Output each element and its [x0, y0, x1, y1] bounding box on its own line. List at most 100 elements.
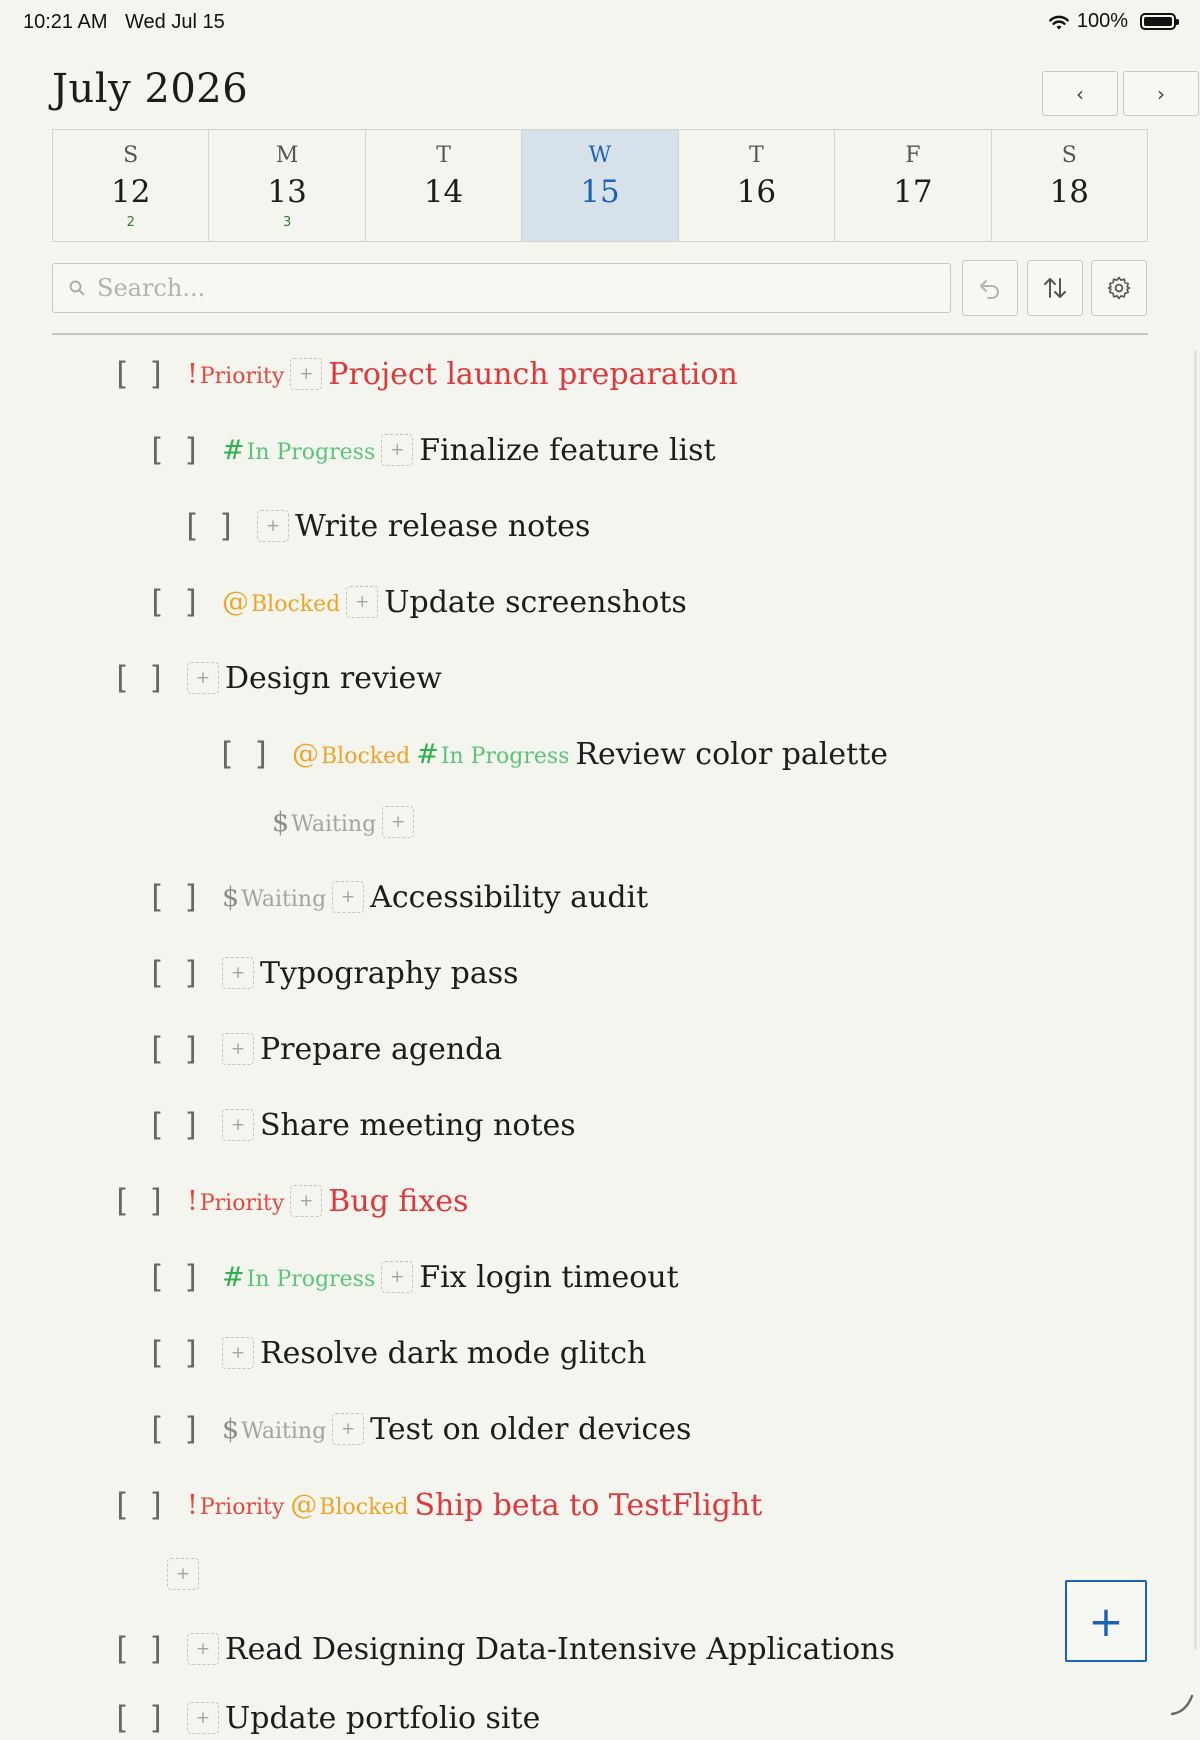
- priority-tag[interactable]: ! Priority: [187, 359, 284, 390]
- add-tag-button[interactable]: +: [222, 1033, 254, 1065]
- task-title[interactable]: Bug fixes: [328, 1184, 468, 1219]
- task-checkbox[interactable]: [ ]: [217, 736, 271, 772]
- sort-button[interactable]: [1027, 260, 1083, 316]
- blocked-tag[interactable]: @ Blocked: [292, 739, 410, 770]
- day-cell-sat[interactable]: S 18: [992, 130, 1147, 241]
- waiting-tag[interactable]: $ Waiting: [222, 882, 326, 913]
- add-tag-button[interactable]: +: [167, 1558, 199, 1590]
- day-number: 16: [736, 174, 777, 210]
- day-cell-fri[interactable]: F 17: [835, 130, 992, 241]
- previous-week-button[interactable]: ‹: [1042, 71, 1118, 116]
- add-tag-button[interactable]: +: [346, 586, 379, 618]
- task-title[interactable]: Accessibility audit: [370, 880, 648, 915]
- add-tag-button[interactable]: +: [381, 434, 414, 466]
- undo-button[interactable]: [962, 260, 1018, 316]
- day-cell-wed-selected[interactable]: W 15: [522, 130, 679, 241]
- task-checkbox[interactable]: [ ]: [182, 508, 236, 544]
- blocked-tag[interactable]: @ Blocked: [290, 1490, 408, 1521]
- add-tag-button[interactable]: +: [222, 1109, 254, 1141]
- task-title[interactable]: Fix login timeout: [419, 1260, 678, 1295]
- task-checkbox[interactable]: [ ]: [147, 1259, 201, 1295]
- day-cell-sun[interactable]: S 12 2: [53, 130, 210, 241]
- add-tag-button[interactable]: +: [290, 358, 323, 390]
- add-tag-button[interactable]: +: [187, 1633, 219, 1665]
- add-tag-button[interactable]: +: [222, 1337, 254, 1369]
- task-checkbox[interactable]: [ ]: [112, 356, 166, 392]
- in-progress-tag[interactable]: # In Progress: [222, 435, 375, 466]
- task-title[interactable]: Write release notes: [295, 509, 590, 544]
- day-cell-mon[interactable]: M 13 3: [209, 130, 366, 241]
- add-tag-button[interactable]: +: [187, 662, 219, 694]
- blocked-symbol: @: [292, 738, 319, 770]
- task-title[interactable]: Prepare agenda: [260, 1032, 502, 1067]
- task-title[interactable]: Review color palette: [575, 737, 888, 772]
- add-tag-button[interactable]: +: [222, 957, 254, 989]
- in-progress-tag[interactable]: # In Progress: [416, 739, 569, 770]
- waiting-symbol: $: [272, 806, 290, 838]
- resize-handle-icon[interactable]: [1168, 1690, 1194, 1716]
- task-checkbox[interactable]: [ ]: [112, 1183, 166, 1219]
- day-number: 14: [423, 174, 464, 210]
- task-row: [ ] + Read Designing Data-Intensive Appl…: [112, 1627, 895, 1671]
- priority-tag[interactable]: ! Priority: [187, 1490, 284, 1521]
- task-checkbox[interactable]: [ ]: [147, 1031, 201, 1067]
- battery-percent: 100%: [1076, 10, 1128, 32]
- add-tag-button[interactable]: +: [332, 881, 365, 913]
- task-title[interactable]: Ship beta to TestFlight: [415, 1488, 763, 1523]
- task-checkbox[interactable]: [ ]: [112, 1700, 166, 1736]
- search-input[interactable]: [95, 273, 950, 303]
- task-checkbox[interactable]: [ ]: [147, 1335, 201, 1371]
- blocked-tag[interactable]: @ Blocked: [222, 587, 340, 618]
- day-number: 15: [580, 174, 620, 210]
- task-row: [ ] + Update portfolio site: [112, 1696, 540, 1740]
- task-checkbox[interactable]: [ ]: [147, 955, 201, 991]
- add-tag-button[interactable]: +: [382, 806, 415, 838]
- waiting-tag[interactable]: $ Waiting: [272, 807, 376, 838]
- add-tag-button[interactable]: +: [381, 1261, 414, 1293]
- blocked-symbol: @: [222, 586, 249, 618]
- next-week-button[interactable]: ›: [1123, 71, 1199, 116]
- in-progress-tag[interactable]: # In Progress: [222, 1262, 375, 1293]
- add-tag-button[interactable]: +: [257, 510, 289, 542]
- waiting-tag[interactable]: $ Waiting: [222, 1414, 326, 1445]
- task-title[interactable]: Update portfolio site: [225, 1701, 540, 1736]
- priority-tag[interactable]: ! Priority: [187, 1186, 284, 1217]
- task-checkbox[interactable]: [ ]: [112, 1487, 166, 1523]
- task-title[interactable]: Project launch preparation: [328, 357, 737, 392]
- in-progress-symbol: #: [222, 1261, 245, 1293]
- task-title[interactable]: Test on older devices: [370, 1412, 691, 1447]
- task-checkbox[interactable]: [ ]: [147, 432, 201, 468]
- task-checkbox[interactable]: [ ]: [147, 879, 201, 915]
- task-checkbox[interactable]: [ ]: [147, 584, 201, 620]
- day-cell-thu[interactable]: T 16: [679, 130, 836, 241]
- add-task-button[interactable]: +: [1065, 1580, 1147, 1662]
- add-tag-button[interactable]: +: [187, 1702, 219, 1734]
- task-checkbox[interactable]: [ ]: [147, 1411, 201, 1447]
- settings-button[interactable]: [1091, 260, 1147, 316]
- task-title[interactable]: Finalize feature list: [419, 433, 715, 468]
- task-checkbox[interactable]: [ ]: [112, 1631, 166, 1667]
- week-strip: S 12 2 M 13 3 T 14 W 15 T 16 F 17 S 18: [52, 129, 1148, 242]
- status-bar: 10:21 AM Wed Jul 15 100%: [0, 0, 1200, 46]
- task-row: [ ] @ Blocked # In Progress Review color p…: [217, 732, 888, 776]
- task-title[interactable]: Resolve dark mode glitch: [260, 1336, 646, 1371]
- task-title[interactable]: Share meeting notes: [260, 1108, 576, 1143]
- task-title[interactable]: Update screenshots: [384, 585, 687, 620]
- add-tag-button[interactable]: +: [332, 1413, 365, 1445]
- scrollbar[interactable]: [1194, 350, 1197, 1650]
- sort-icon: [1044, 278, 1066, 298]
- list-divider: [52, 333, 1148, 335]
- task-title[interactable]: Read Designing Data-Intensive Applicatio…: [225, 1632, 895, 1667]
- day-cell-tue[interactable]: T 14: [366, 130, 523, 241]
- task-row: [ ] + Design review: [112, 656, 442, 700]
- blocked-label: Blocked: [251, 591, 341, 617]
- task-checkbox[interactable]: [ ]: [147, 1107, 201, 1143]
- task-title[interactable]: Design review: [225, 661, 442, 696]
- wifi-icon: [1048, 15, 1069, 29]
- task-checkbox[interactable]: [ ]: [112, 660, 166, 696]
- task-row: [ ] + Share meeting notes: [147, 1103, 576, 1147]
- waiting-label: Waiting: [291, 811, 377, 837]
- task-title[interactable]: Typography pass: [260, 956, 519, 991]
- add-tag-button[interactable]: +: [290, 1185, 323, 1217]
- search-bar[interactable]: [52, 263, 951, 313]
